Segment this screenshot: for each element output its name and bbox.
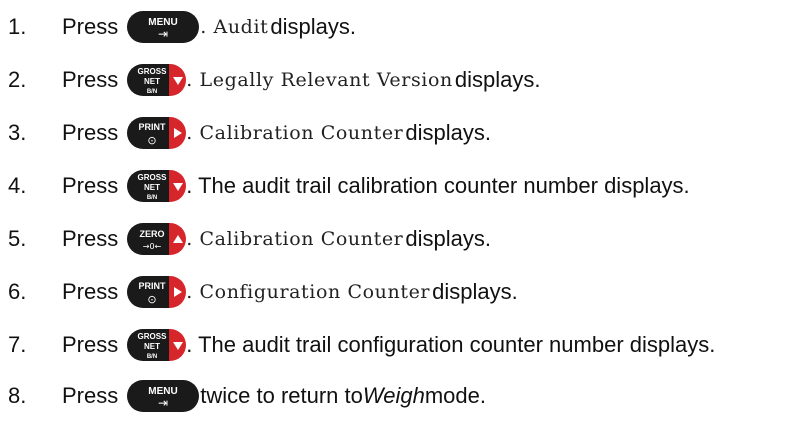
menu-key-symbol: ⇥ [158, 27, 168, 41]
step-number: 2. [8, 67, 27, 92]
net-label: NET [144, 77, 160, 86]
display-text: . Audit [200, 16, 269, 38]
step-number: 3. [8, 120, 27, 145]
step-text: twice to return to [200, 383, 363, 408]
press-label: Press [62, 173, 119, 198]
step-body: Press MENU ⇥ twice to return to Weigh mo… [62, 379, 486, 413]
menu-key-icon[interactable]: MENU ⇥ [126, 10, 200, 44]
step-tail: displays. [405, 226, 491, 251]
step-tail: displays. [270, 14, 356, 39]
press-label: Press [62, 279, 119, 304]
zero-up-key-icon[interactable]: ZERO →0← [126, 222, 187, 256]
step-tail: mode. [424, 383, 487, 408]
gross-net-down-key-icon[interactable]: GROSS NET B/N [126, 169, 187, 203]
step-tail: displays. [405, 120, 491, 145]
gross-net-down-key-icon[interactable]: GROSS NET B/N [126, 63, 187, 97]
print-symbol: ⊙ [148, 134, 157, 147]
step-body: Press PRINT ⊙ . Calibration Counter disp… [62, 116, 491, 150]
step-body: Press GROSS NET B/N . The audit trail co… [62, 328, 715, 362]
bn-label: B/N [147, 354, 157, 360]
step-number: 1. [8, 14, 27, 39]
step-body: Press ZERO →0← . Calibration Counter dis… [62, 222, 491, 256]
step-body: Press GROSS NET B/N . The audit trail ca… [62, 169, 690, 203]
press-label: Press [62, 332, 119, 357]
press-label: Press [62, 120, 119, 145]
step-tail: displays. [432, 279, 518, 304]
zero-symbol: →0← [143, 242, 162, 251]
press-label: Press [62, 383, 119, 408]
step-tail: displays. [454, 67, 541, 92]
step-body: Press PRINT ⊙ . Configuration Counter di… [62, 275, 518, 309]
display-text: . Legally Relevant Version [186, 69, 453, 91]
display-text: . Calibration Counter [186, 228, 404, 250]
mode-name: Weigh [362, 383, 425, 408]
display-text: . Configuration Counter [186, 281, 431, 303]
step-number: 4. [8, 173, 27, 198]
gross-label: GROSS [138, 173, 168, 182]
step-number: 5. [8, 226, 27, 251]
step-number: 6. [8, 279, 27, 304]
step-number: 8. [8, 383, 27, 408]
print-right-key-icon[interactable]: PRINT ⊙ [126, 275, 187, 309]
net-label: NET [144, 342, 160, 351]
menu-key-icon[interactable]: MENU ⇥ [126, 379, 200, 413]
press-label: Press [62, 14, 119, 39]
step-text: . The audit trail configuration counter … [186, 332, 716, 357]
bn-label: B/N [147, 89, 157, 95]
gross-net-down-key-icon[interactable]: GROSS NET B/N [126, 328, 187, 362]
step-body: Press MENU ⇥ . Audit displays. [62, 10, 356, 44]
print-right-key-icon[interactable]: PRINT ⊙ [126, 116, 187, 150]
press-label: Press [62, 226, 119, 251]
display-text: . Calibration Counter [186, 122, 404, 144]
gross-label: GROSS [138, 67, 168, 76]
step-body: Press GROSS NET B/N . Legally Relevant V… [62, 63, 540, 97]
menu-key-symbol: ⇥ [158, 396, 168, 410]
zero-label: ZERO [140, 229, 165, 239]
print-symbol: ⊙ [148, 293, 157, 306]
print-label: PRINT [139, 122, 167, 132]
bn-label: B/N [147, 195, 157, 201]
print-label: PRINT [139, 281, 167, 291]
gross-label: GROSS [138, 332, 168, 341]
step-number: 7. [8, 332, 27, 357]
procedure-steps: 1. Press MENU ⇥ . Audit displays. 2. Pre… [0, 0, 791, 423]
press-label: Press [62, 67, 119, 92]
net-label: NET [144, 183, 160, 192]
step-text: . The audit trail calibration counter nu… [186, 173, 690, 198]
